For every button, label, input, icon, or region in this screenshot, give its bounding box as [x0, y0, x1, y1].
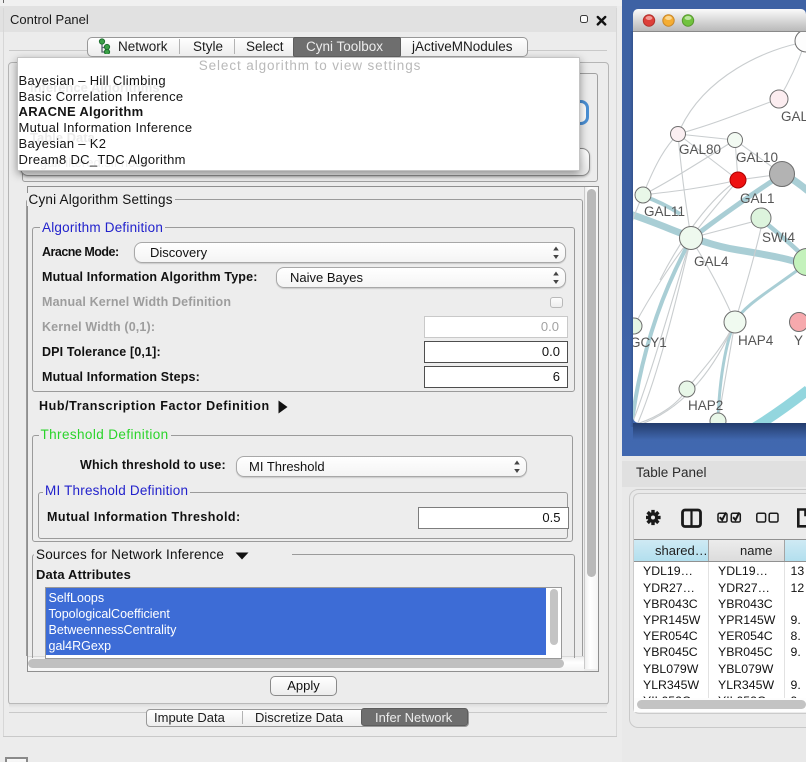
- svg-text:GAL4: GAL4: [694, 254, 729, 269]
- svg-text:GCY1: GCY1: [633, 335, 667, 350]
- svg-text:HAP2: HAP2: [688, 398, 723, 413]
- svg-text:GAL1: GAL1: [740, 191, 775, 206]
- svg-text:GAL80: GAL80: [679, 142, 721, 157]
- svg-text:GAL11: GAL11: [644, 204, 685, 219]
- svg-text:HAP4: HAP4: [738, 333, 774, 348]
- svg-text:GAL2: GAL2: [781, 109, 806, 124]
- svg-text:SWI4: SWI4: [762, 230, 795, 245]
- svg-text:GAL10: GAL10: [736, 150, 778, 165]
- svg-text:Y: Y: [794, 333, 803, 348]
